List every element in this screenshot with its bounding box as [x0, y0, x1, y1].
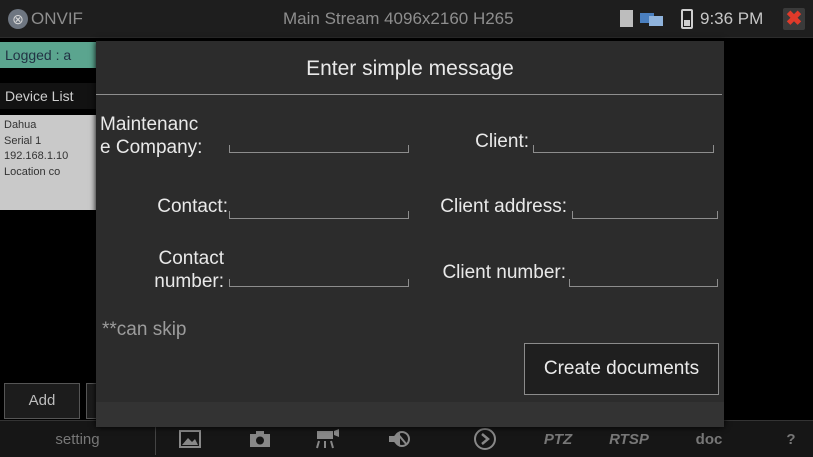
- logged-status: Logged : a: [0, 42, 100, 68]
- client-field[interactable]: [533, 145, 714, 153]
- client-number-field[interactable]: [569, 279, 718, 287]
- contact-label: Contact:: [157, 196, 228, 217]
- contact-number-label: Contact number:: [154, 248, 224, 292]
- skip-hint: **can skip: [102, 319, 187, 340]
- stream-title: Main Stream 4096x2160 H265: [283, 9, 514, 28]
- device-list-item[interactable]: Dahua Serial 1 192.168.1.10 Location co: [0, 115, 100, 210]
- client-address-field[interactable]: [572, 211, 718, 219]
- status-bar: ⊗ ONVIF Main Stream 4096x2160 H265 9:36 …: [0, 0, 813, 38]
- device-location: Location co: [4, 165, 61, 178]
- contact-number-field[interactable]: [229, 279, 409, 287]
- device-ip: 192.168.1.10: [4, 150, 69, 162]
- dialog-title: Enter simple message: [306, 57, 514, 80]
- network-icon: [640, 13, 663, 26]
- device-serial: Serial 1: [4, 134, 42, 147]
- client-label: Client:: [475, 131, 529, 152]
- enter-message-dialog: Enter simple message Maintenanc e Compan…: [96, 41, 724, 427]
- toolbar-divider: [155, 425, 156, 455]
- device-name: Dahua: [4, 119, 37, 131]
- maintenance-company-label: Maintenanc e Company:: [100, 114, 203, 158]
- help-button[interactable]: ?: [780, 421, 802, 457]
- clock: 9:36 PM: [700, 9, 764, 28]
- add-button[interactable]: Add: [4, 383, 80, 419]
- onvif-icon[interactable]: ⊗: [8, 9, 28, 29]
- dialog-divider: [96, 94, 722, 95]
- battery-icon: [681, 9, 693, 29]
- create-documents-button[interactable]: Create documents: [524, 343, 719, 395]
- maintenance-company-field[interactable]: [229, 145, 409, 153]
- device-list-header: Device List: [0, 83, 100, 109]
- dialog-footer: [96, 402, 724, 427]
- client-number-label: Client number:: [442, 262, 566, 283]
- client-address-label: Client address:: [440, 196, 567, 217]
- app-title: ONVIF: [31, 9, 83, 28]
- contact-field[interactable]: [229, 211, 409, 219]
- close-icon[interactable]: ✖: [783, 8, 805, 30]
- sd-card-icon: [620, 10, 633, 27]
